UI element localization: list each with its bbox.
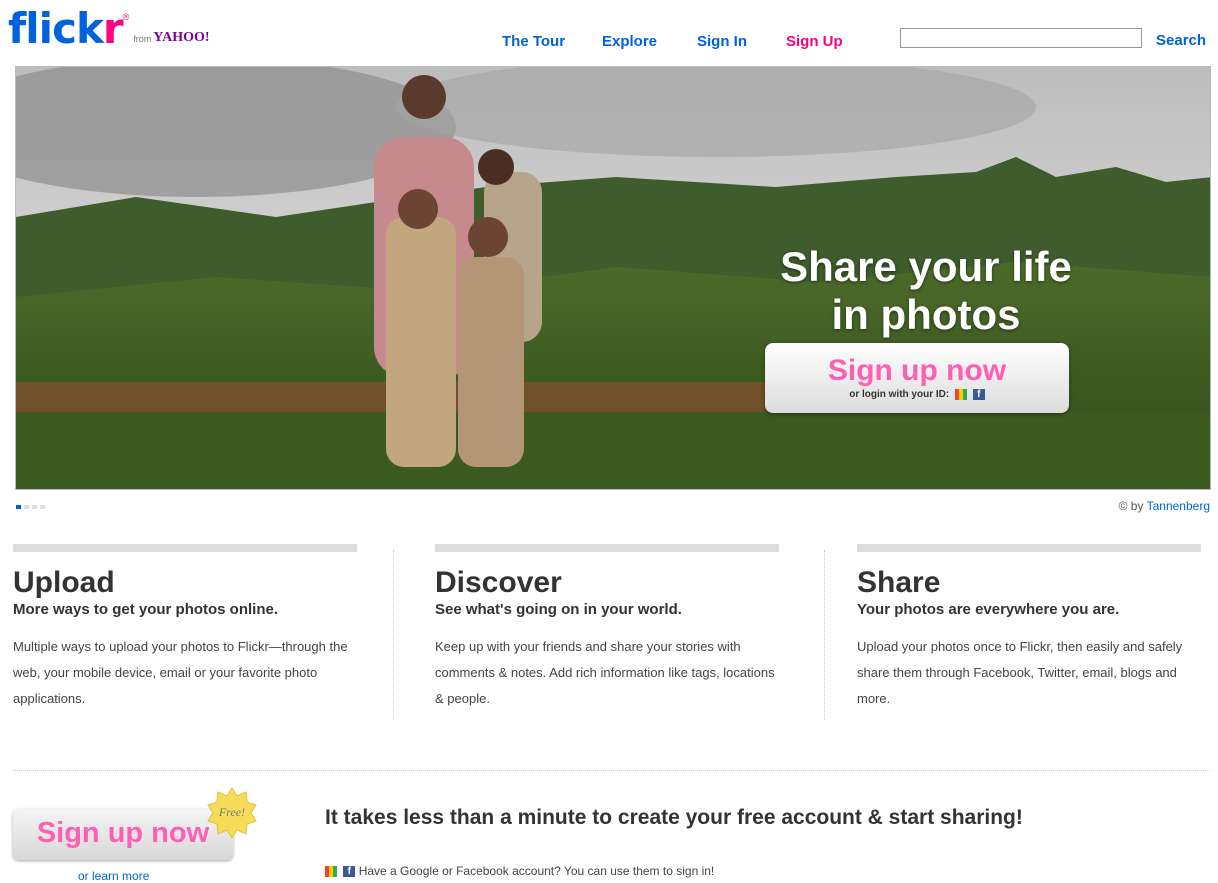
logo-wordmark: flick bbox=[8, 4, 104, 53]
photo-credit: © by Tannenberg bbox=[1119, 499, 1210, 513]
bottom-sign-up-label: Sign up now bbox=[36, 817, 210, 849]
slide-indicator bbox=[16, 505, 45, 509]
slide-dot[interactable] bbox=[24, 505, 29, 509]
logo-registered-mark: ® bbox=[122, 12, 130, 22]
facebook-icon[interactable]: f bbox=[343, 866, 356, 878]
bottom-sign-up-button[interactable]: Sign up now bbox=[13, 809, 233, 860]
hero-sign-up-label: Sign up now bbox=[827, 354, 1007, 387]
nav-the-tour-link[interactable]: The Tour bbox=[502, 33, 565, 50]
nav-sign-in-link[interactable]: Sign In bbox=[697, 33, 747, 50]
nav-explore-link[interactable]: Explore bbox=[602, 33, 657, 50]
search-button[interactable]: Search bbox=[1156, 32, 1206, 49]
feature-title: Discover bbox=[435, 566, 562, 599]
section-divider bbox=[13, 770, 1210, 771]
feature-body: Multiple ways to upload your photos to F… bbox=[13, 639, 348, 706]
bottom-subtext-row: f Have a Google or Facebook account? You… bbox=[325, 864, 714, 878]
hero-headline-line2: in photos bbox=[831, 291, 1021, 338]
column-divider-bar bbox=[857, 544, 1201, 552]
feature-body: Upload your photos once to Flickr, then … bbox=[857, 639, 1183, 706]
search-input[interactable] bbox=[900, 28, 1142, 48]
hero-login-text: or login with your ID: bbox=[849, 389, 950, 401]
feature-subtitle: See what's going on in your world. bbox=[435, 601, 682, 618]
feature-title: Upload bbox=[13, 566, 115, 599]
hero-headline: Share your life in photos bbox=[746, 243, 1106, 339]
feature-upload: Upload More ways to get your photos onli… bbox=[13, 544, 357, 712]
photo-credit-prefix: © by bbox=[1118, 499, 1144, 513]
google-icon[interactable] bbox=[325, 866, 337, 878]
facebook-icon[interactable]: f bbox=[972, 389, 985, 400]
hero-banner: Share your life in photos Sign up now or… bbox=[15, 66, 1211, 490]
feature-subtitle: More ways to get your photos online. bbox=[13, 601, 279, 618]
free-badge-icon: Free! bbox=[207, 787, 257, 838]
free-badge-text: Free! bbox=[218, 805, 245, 819]
bottom-subtext: Have a Google or Facebook account? You c… bbox=[358, 864, 715, 878]
feature-share: Share Your photos are everywhere you are… bbox=[857, 544, 1201, 712]
yahoo-logo: YAHOO! bbox=[153, 30, 210, 45]
hero-headline-line1: Share your life bbox=[780, 243, 1072, 290]
feature-title: Share bbox=[857, 566, 941, 599]
photo-credit-author-link[interactable]: Tannenberg bbox=[1147, 499, 1210, 513]
google-icon[interactable] bbox=[955, 389, 967, 400]
bottom-headline: It takes less than a minute to create yo… bbox=[325, 806, 1023, 829]
column-separator bbox=[393, 550, 394, 720]
logo-wordmark-accent: r bbox=[102, 4, 124, 53]
learn-more-link[interactable]: or learn more bbox=[78, 869, 149, 883]
slide-dot[interactable] bbox=[16, 505, 21, 509]
feature-discover: Discover See what's going on in your wor… bbox=[435, 544, 779, 712]
nav-sign-up-link[interactable]: Sign Up bbox=[786, 33, 843, 50]
flickr-logo[interactable]: flick r ® from YAHOO! bbox=[8, 6, 210, 50]
feature-body: Keep up with your friends and share your… bbox=[435, 639, 775, 706]
feature-subtitle: Your photos are everywhere you are. bbox=[857, 601, 1120, 618]
hero-sign-up-button[interactable]: Sign up now or login with your ID: f bbox=[765, 343, 1069, 413]
column-separator bbox=[824, 550, 825, 720]
slide-dot[interactable] bbox=[40, 505, 45, 509]
column-divider-bar bbox=[435, 544, 779, 552]
hero-login-with-id: or login with your ID: f bbox=[765, 389, 1069, 400]
slide-dot[interactable] bbox=[32, 505, 37, 509]
logo-from-text: from bbox=[133, 34, 152, 44]
column-divider-bar bbox=[13, 544, 357, 552]
